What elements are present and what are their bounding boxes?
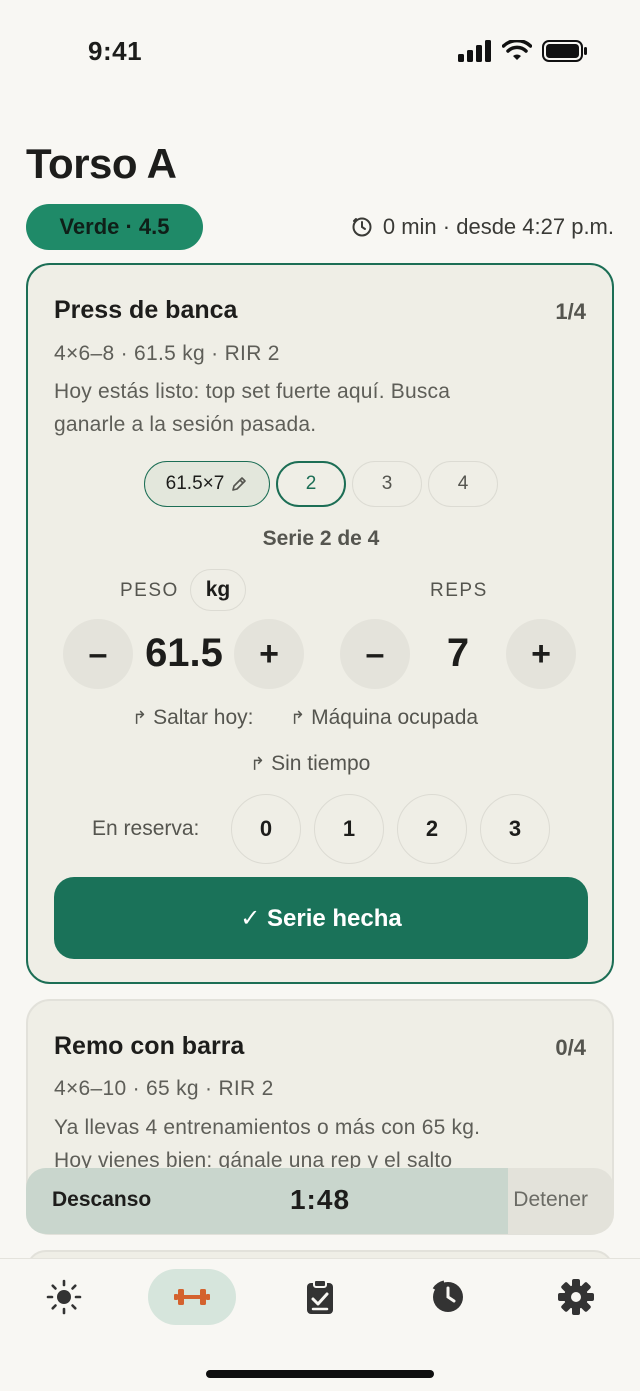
battery-icon [542,40,587,62]
skip-today-label: ↱ Saltar hoy: [132,706,253,730]
tab-workout[interactable] [148,1269,236,1325]
gear-icon [558,1279,594,1315]
exercise-note-line-1: Hoy estás listo: top set fuerte aquí. Bu… [54,380,451,403]
clipboard-check-icon [307,1279,333,1314]
session-meta-text: 0 min · desde 4:27 p.m. [382,214,614,239]
reps-caption: REPS [430,580,488,601]
rest-stop-button[interactable]: Detener [513,1188,588,1212]
unit-toggle[interactable]: kg [190,569,246,611]
rir-option-2[interactable]: 2 [397,794,467,864]
skip-no-time-text: Sin tiempo [271,752,371,775]
exercise-card-active: Press de banca 1/4 4×6–8 · 61.5 kg · RIR… [26,263,614,984]
exercise-note-line-1: Ya llevas 4 entrenamientos o más con 65 … [54,1116,481,1139]
session-meta: 0 min · desde 4:27 p.m. [351,214,614,240]
reps-increment-button[interactable]: + [506,619,576,689]
skip-today-text: Saltar hoy: [153,706,254,729]
tab-today[interactable] [20,1269,108,1325]
history-clock-icon [432,1280,463,1312]
set-chip-3[interactable]: 3 [352,461,422,507]
readiness-badge[interactable]: Verde · 4.5 [26,204,203,250]
exercise-name: Remo con barra [54,1032,245,1060]
return-arrow-icon: ↱ [250,753,266,774]
reps-decrement-button[interactable]: – [340,619,410,689]
exercise-name: Press de banca [54,296,238,324]
exercise-set-count: 0/4 [555,1035,586,1060]
rir-option-0[interactable]: 0 [231,794,301,864]
set-done-button[interactable]: ✓ Serie hecha [54,877,588,959]
page-title: Torso A [26,140,177,187]
weight-value: 61.5 [145,631,223,675]
sun-icon [46,1279,82,1315]
set-chip-4[interactable]: 4 [428,461,498,507]
rir-option-1[interactable]: 1 [314,794,384,864]
home-indicator [206,1370,434,1378]
exercise-note-line-2: ganarle a la sesión pasada. [54,413,317,436]
wifi-icon [502,40,532,60]
exercise-prescription: 4×6–8 · 61.5 kg · RIR 2 [54,342,280,365]
dumbbell-icon [174,1289,210,1305]
pencil-icon [232,477,247,491]
tab-plan[interactable] [276,1269,364,1325]
tab-history[interactable] [404,1269,492,1325]
serie-label: Serie 2 de 4 [262,527,380,550]
skip-machine-busy-text: Máquina ocupada [311,706,479,729]
skip-no-time-button[interactable]: ↱ Sin tiempo [250,752,370,776]
rest-timer-bar: Descanso 1:48 Detener [26,1168,614,1234]
reserve-label: En reserva: [92,817,200,840]
set-chip-done-label: 61.5×7 [165,473,225,494]
skip-machine-busy-button[interactable]: ↱ Máquina ocupada [290,706,478,730]
reps-value: 7 [446,631,470,675]
tab-settings[interactable] [532,1269,620,1325]
return-arrow-icon: ↱ [132,707,148,728]
status-icons [458,40,588,62]
weight-caption: PESO [120,580,179,601]
status-time: 9:41 [88,36,143,66]
weight-increment-button[interactable]: + [234,619,304,689]
set-chip-2[interactable]: 2 [276,461,346,507]
weight-decrement-button[interactable]: – [63,619,133,689]
set-chip-done[interactable]: 61.5×7 [144,461,270,507]
rir-option-3[interactable]: 3 [480,794,550,864]
exercise-set-count: 1/4 [555,299,586,324]
signal-icon [458,40,491,62]
exercise-prescription: 4×6–10 · 65 kg · RIR 2 [54,1077,274,1100]
timer-icon [352,217,372,237]
return-arrow-icon: ↱ [290,707,306,728]
